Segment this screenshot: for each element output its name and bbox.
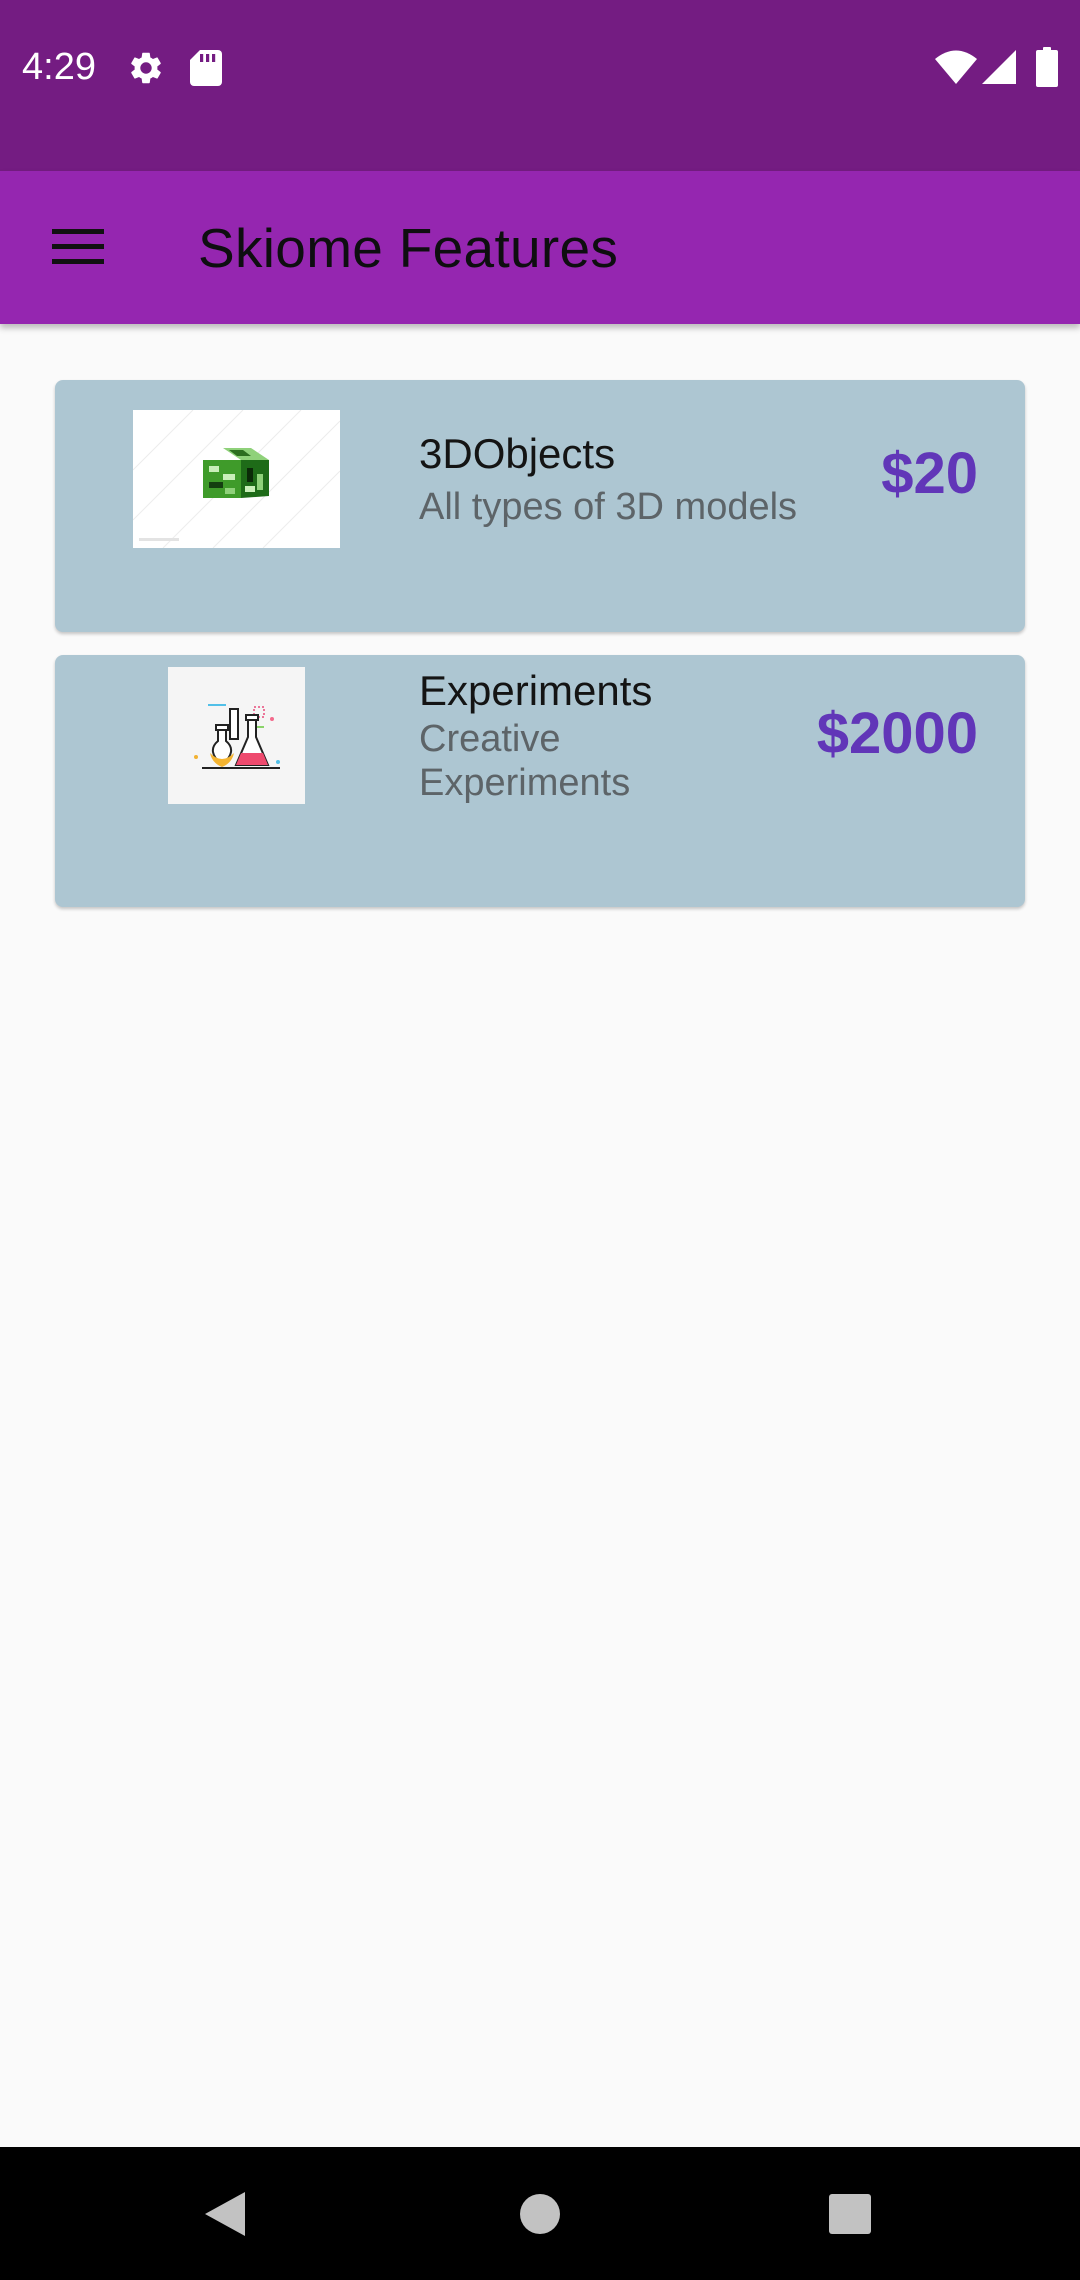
- feature-subtitle: All types of 3D models: [419, 486, 798, 528]
- feature-card-experiments[interactable]: Experiments Creative Experiments $2000: [55, 655, 1025, 907]
- feature-price: $2000: [816, 701, 978, 766]
- feature-card-3dobjects[interactable]: 3DObjects All types of 3D models $20: [55, 380, 1025, 632]
- navigation-bar: [0, 2147, 1080, 2280]
- hamburger-menu-icon: [52, 229, 104, 270]
- sd-card-icon: [190, 50, 222, 91]
- home-icon[interactable]: [519, 2193, 561, 2240]
- status-bar: 4:29: [0, 0, 1080, 171]
- feature-title: 3DObjects: [419, 430, 616, 477]
- feature-image-3d-models: [133, 410, 340, 548]
- wifi-icon: [935, 50, 977, 89]
- feature-title: Experiments: [419, 667, 653, 714]
- app-bar: Skiome Features: [0, 171, 1080, 324]
- feature-price: $20: [881, 441, 978, 506]
- cellular-signal-icon: [982, 50, 1016, 89]
- feature-subtitle: Creative Experiments: [419, 718, 631, 804]
- menu-button[interactable]: [30, 209, 124, 287]
- gear-icon: [127, 49, 165, 92]
- status-time: 4:29: [22, 46, 96, 88]
- battery-icon: [1036, 47, 1058, 92]
- back-icon[interactable]: [205, 2192, 245, 2241]
- page-title: Skiome Features: [198, 217, 619, 279]
- feature-image-experiments: [168, 667, 305, 804]
- recents-icon[interactable]: [829, 2194, 871, 2239]
